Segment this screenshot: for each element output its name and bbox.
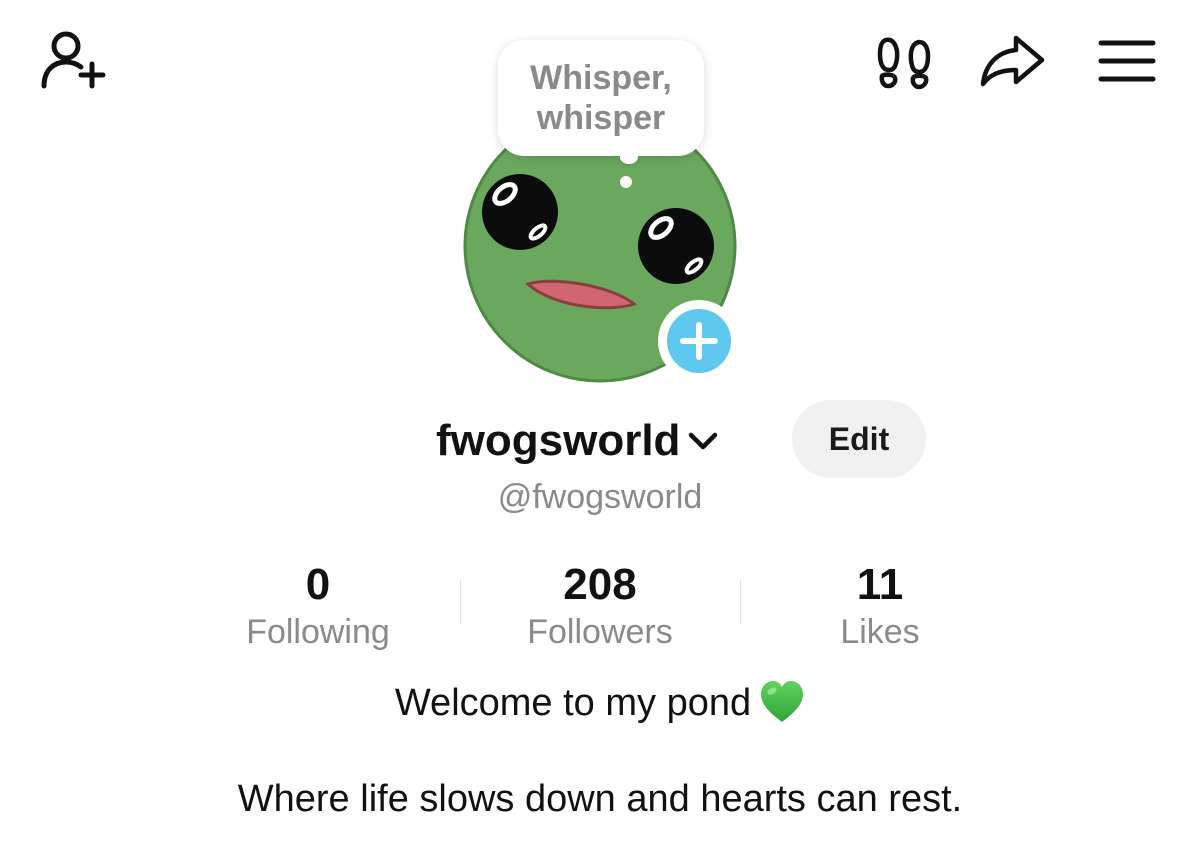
green-heart-icon [761, 680, 804, 722]
note-bubble-dot [620, 176, 632, 188]
stat-following[interactable]: 0 Following [198, 560, 438, 654]
chevron-down-icon [689, 432, 718, 450]
divider [740, 580, 741, 624]
stat-label: Following [246, 613, 390, 651]
plus-icon [667, 309, 731, 373]
edit-profile-button[interactable]: Edit [792, 400, 926, 478]
bio-line: Where life slows down and hearts can res… [237, 778, 963, 820]
add-friend-icon[interactable] [38, 28, 110, 94]
footprints-icon[interactable] [874, 32, 934, 90]
menu-icon[interactable] [1098, 38, 1156, 84]
account-switcher[interactable]: fwogsworld [436, 412, 720, 470]
note-bubble-tail [620, 150, 638, 164]
display-name: fwogsworld [436, 416, 681, 465]
stat-label: Likes [840, 613, 920, 651]
add-avatar-button[interactable] [658, 300, 740, 382]
stat-likes[interactable]: 11 Likes [760, 560, 1000, 654]
stat-value: 0 [305, 560, 331, 609]
bio-line: Welcome to my pond [0, 676, 1200, 730]
username-handle: @fwogsworld [497, 478, 703, 516]
stat-value: 11 [856, 560, 904, 609]
stat-value: 208 [563, 560, 637, 609]
share-icon[interactable] [978, 32, 1048, 90]
note-text: Whisper, whisper [530, 59, 672, 137]
stat-label: Followers [527, 613, 673, 651]
stat-followers[interactable]: 208 Followers [480, 560, 720, 654]
bio-text: Welcome to my pond [394, 682, 752, 724]
note-bubble[interactable]: Whisper, whisper [498, 40, 704, 156]
divider [460, 580, 461, 624]
